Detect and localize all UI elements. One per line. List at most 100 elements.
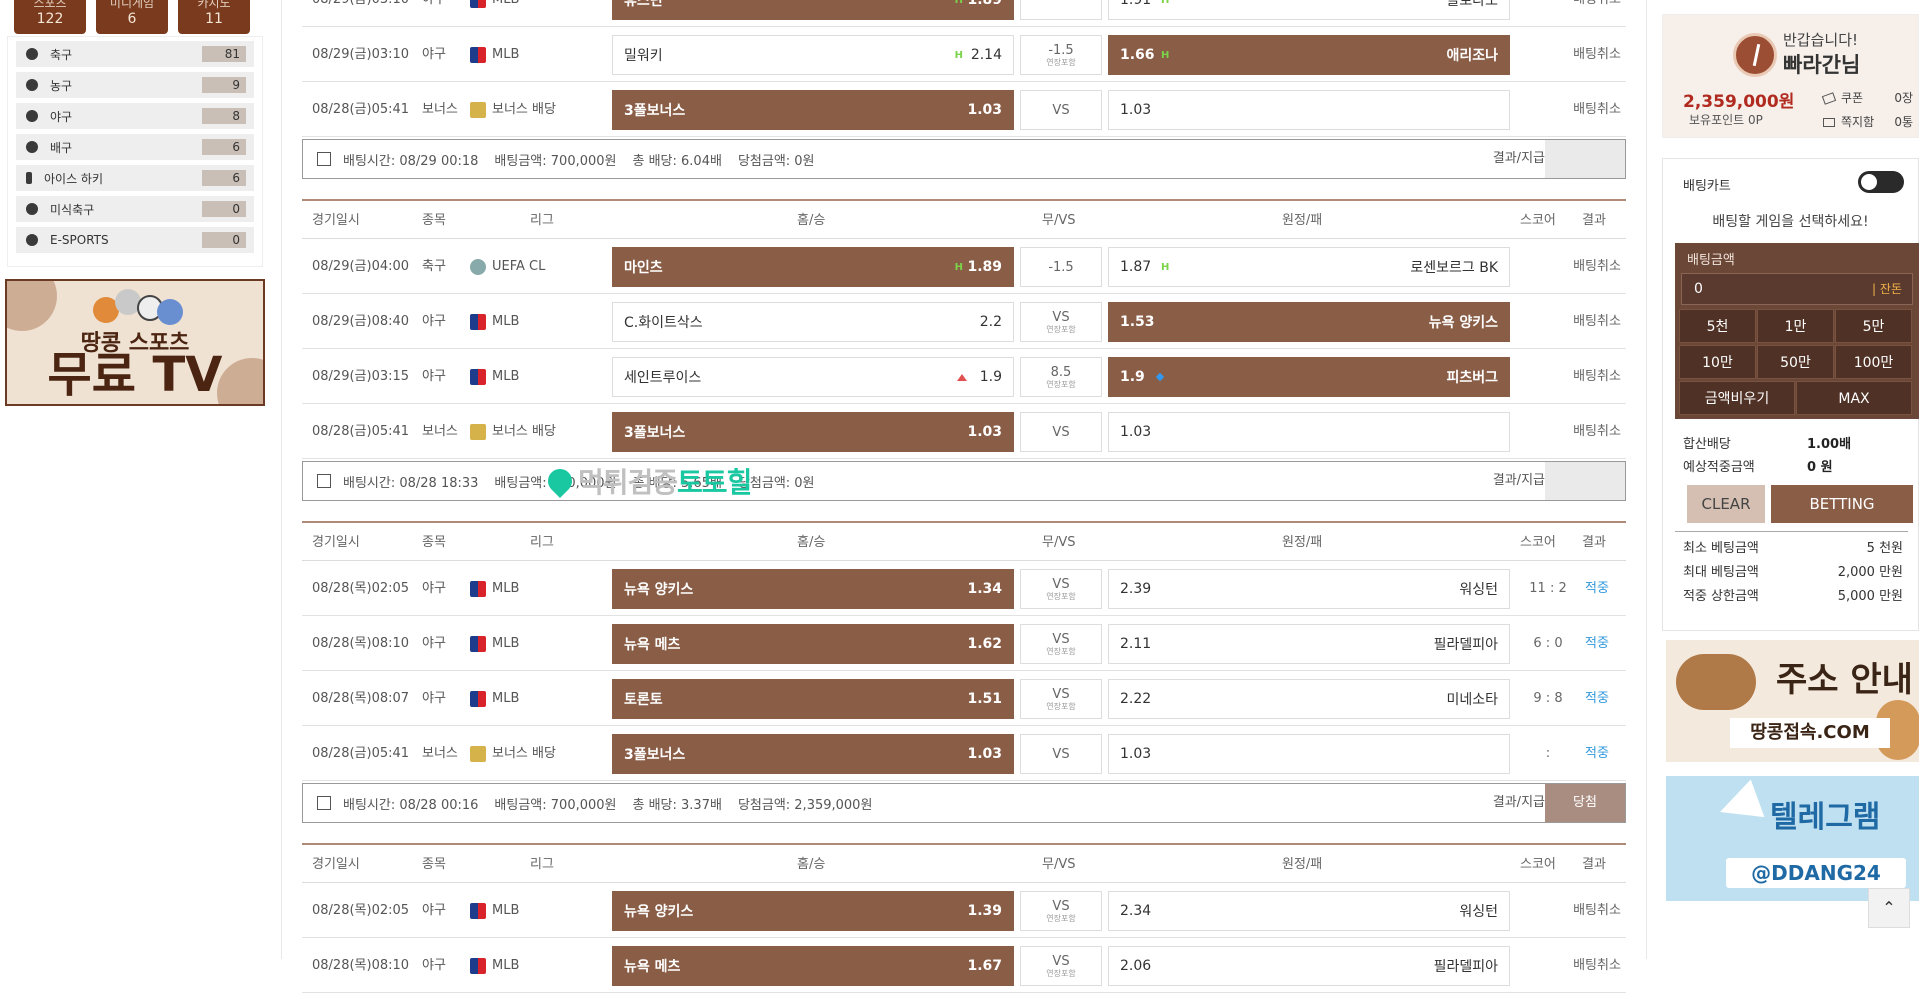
home-odds-button[interactable]: 토론토 1.51 bbox=[612, 679, 1014, 719]
limit-value: 2,000 만원 bbox=[1837, 565, 1903, 580]
home-odds-button[interactable]: 밀워키 2.14 H bbox=[612, 35, 1014, 75]
home-odds-button[interactable]: 뉴욕 메츠 1.67 bbox=[612, 946, 1014, 986]
draw-handicap-button[interactable]: VS bbox=[1020, 734, 1102, 774]
home-odds-button[interactable]: 휴스턴 1.89 H bbox=[612, 0, 1014, 20]
sport-item-esports[interactable]: E-SPORTS 0 bbox=[16, 227, 254, 253]
away-odds-button[interactable]: 1.03 bbox=[1108, 90, 1510, 130]
home-odds: 1.89 bbox=[967, 259, 1002, 275]
telegram-id: @DDANG24 bbox=[1726, 858, 1906, 888]
draw-handicap-button[interactable]: -1.5 bbox=[1020, 247, 1102, 287]
clear-amount-button[interactable]: 금액비우기 bbox=[1679, 381, 1795, 415]
away-odds-button[interactable]: 2.39 워싱턴 bbox=[1108, 569, 1510, 609]
clear-button[interactable]: CLEAR bbox=[1687, 485, 1765, 523]
draw-handicap-button[interactable]: VS 연장포함 bbox=[1020, 569, 1102, 609]
home-odds-button[interactable]: 뉴욕 메츠 1.62 bbox=[612, 624, 1014, 664]
home-team: 3폴보너스 bbox=[624, 425, 686, 441]
mlb-logo-icon bbox=[470, 957, 486, 974]
home-team: 뉴욕 양키스 bbox=[624, 582, 694, 598]
chip-50k-button[interactable]: 5만 bbox=[1835, 309, 1912, 343]
away-odds-button[interactable]: 2.11 필라델피아 bbox=[1108, 624, 1510, 664]
handicap-value: VS bbox=[1052, 577, 1070, 592]
away-odds-button[interactable]: 1.91 콜로라도 H bbox=[1108, 0, 1510, 20]
select-checkbox[interactable] bbox=[317, 152, 331, 166]
home-odds-button[interactable]: C.화이트삭스 2.2 bbox=[612, 302, 1014, 342]
sport-item-football[interactable]: 미식축구 0 bbox=[16, 196, 254, 222]
match-sport: 야구 bbox=[422, 636, 446, 651]
draw-handicap-button[interactable] bbox=[1020, 0, 1102, 20]
sport-item-baseball[interactable]: 야구 8 bbox=[16, 103, 254, 129]
coupon-link[interactable]: 쿠폰 0장 bbox=[1821, 89, 1913, 106]
home-odds-button[interactable]: 뉴욕 양키스 1.39 bbox=[612, 891, 1014, 931]
table-row: 08/28(목)08:10 야구 MLB 뉴욕 메츠 1.67 VS 연장포함 2.06 필라델… bbox=[302, 938, 1626, 993]
away-team: 미네소타 bbox=[1446, 692, 1498, 708]
user-info: 반갑습니다! 빠라간님 2,359,000원 보유포인트 0P 쿠폰 0장 쪽지함… bbox=[1662, 14, 1919, 138]
draw-handicap-button[interactable]: VS 연장포함 bbox=[1020, 891, 1102, 931]
tab-casino[interactable]: 카지노 11 bbox=[178, 0, 250, 34]
home-odds-button[interactable]: 마인츠 1.89 H bbox=[612, 247, 1014, 287]
away-odds-button[interactable]: 2.06 필라델피아 bbox=[1108, 946, 1510, 986]
home-odds-button[interactable]: 3폴보너스 1.03 bbox=[612, 734, 1014, 774]
tab-sports[interactable]: 스포츠 122 bbox=[14, 0, 86, 34]
betting-button[interactable]: BETTING bbox=[1771, 485, 1913, 523]
draw-handicap-button[interactable]: VS bbox=[1020, 90, 1102, 130]
chip-5k-button[interactable]: 5천 bbox=[1679, 309, 1756, 343]
scroll-top-button[interactable]: ⌃ bbox=[1868, 888, 1910, 928]
home-odds: 1.67 bbox=[967, 958, 1002, 974]
tab-minigame[interactable]: 미니게임 6 bbox=[96, 0, 168, 34]
away-odds-button[interactable]: 1.66 애리조나 H bbox=[1108, 35, 1510, 75]
home-odds-button[interactable]: 뉴욕 양키스 1.34 bbox=[612, 569, 1014, 609]
chip-10k-button[interactable]: 1만 bbox=[1757, 309, 1834, 343]
handicap-value: -1.5 bbox=[1048, 259, 1074, 275]
result-badge: 당첨 bbox=[1545, 784, 1625, 822]
free-tv-banner[interactable]: 땅콩 스포츠 무료 TV bbox=[5, 279, 265, 406]
draw-handicap-button[interactable]: VS bbox=[1020, 412, 1102, 452]
select-checkbox[interactable] bbox=[317, 796, 331, 810]
chip-500k-button[interactable]: 50만 bbox=[1757, 345, 1834, 379]
home-odds: 1.62 bbox=[967, 636, 1002, 652]
sport-item-basketball[interactable]: 농구 9 bbox=[16, 72, 254, 98]
away-odds: 1.91 bbox=[1120, 0, 1152, 8]
away-odds-button[interactable]: 1.53 뉴욕 양키스 bbox=[1108, 302, 1510, 342]
draw-handicap-button[interactable]: VS 연장포함 bbox=[1020, 679, 1102, 719]
draw-handicap-button[interactable]: VS 연장포함 bbox=[1020, 302, 1102, 342]
draw-handicap-button[interactable]: 8.5 연장포함 bbox=[1020, 357, 1102, 397]
home-odds-button[interactable]: 세인트루이스 1.9 bbox=[612, 357, 1014, 397]
home-odds-button[interactable]: 3폴보너스 1.03 bbox=[612, 412, 1014, 452]
sport-name: 미식축구 bbox=[50, 202, 95, 217]
max-button[interactable]: MAX bbox=[1796, 381, 1912, 415]
watermark: 먹튀검증 토토힐 bbox=[543, 461, 752, 501]
header-date: 경기일시 bbox=[312, 535, 360, 550]
match-sport: 야구 bbox=[422, 0, 446, 27]
away-odds-button[interactable]: 1.03 bbox=[1108, 412, 1510, 452]
away-odds-button[interactable]: 1.9 피츠버그 bbox=[1108, 357, 1510, 397]
draw-handicap-button[interactable]: VS 연장포함 bbox=[1020, 946, 1102, 986]
limit-cap: 적중 상한금액 5,000 만원 bbox=[1683, 585, 1903, 604]
header-result: 결과 bbox=[1582, 213, 1606, 228]
home-odds: 1.03 bbox=[967, 102, 1002, 118]
tab-count: 11 bbox=[205, 11, 223, 27]
chip-1m-button[interactable]: 100만 bbox=[1835, 345, 1912, 379]
chip-100k-button[interactable]: 10만 bbox=[1679, 345, 1756, 379]
telegram-banner[interactable]: 텔레그램 @DDANG24 bbox=[1666, 776, 1919, 901]
address-banner[interactable]: 주소 안내 땅콩접속.COM bbox=[1666, 640, 1919, 762]
baseball-icon bbox=[26, 110, 38, 122]
away-odds-button[interactable]: 2.22 미네소타 bbox=[1108, 679, 1510, 719]
away-odds-button[interactable]: 1.87 로센보르그 BK H bbox=[1108, 247, 1510, 287]
sport-item-icehockey[interactable]: 아이스 하키 6 bbox=[16, 165, 254, 191]
bet-amount-input[interactable]: 0 | 잔돈 bbox=[1681, 273, 1913, 305]
draw-handicap-button[interactable]: -1.5 연장포함 bbox=[1020, 35, 1102, 75]
bet-cart-toggle[interactable] bbox=[1858, 171, 1904, 193]
draw-handicap-button[interactable]: VS 연장포함 bbox=[1020, 624, 1102, 664]
away-odds-button[interactable]: 2.34 워싱턴 bbox=[1108, 891, 1510, 931]
handicap-value: VS bbox=[1052, 687, 1070, 702]
handicap-value: VS bbox=[1052, 899, 1070, 914]
match-sport: 야구 bbox=[422, 691, 446, 706]
message-link[interactable]: 쪽지함 0통 bbox=[1823, 113, 1913, 130]
sport-item-soccer[interactable]: 축구 81 bbox=[16, 41, 254, 67]
change-button[interactable]: | 잔돈 bbox=[1872, 274, 1902, 304]
select-checkbox[interactable] bbox=[317, 474, 331, 488]
home-odds-button[interactable]: 3폴보너스 1.03 bbox=[612, 90, 1014, 130]
sport-item-volleyball[interactable]: 배구 6 bbox=[16, 134, 254, 160]
sport-name: E-SPORTS bbox=[50, 233, 109, 247]
away-odds-button[interactable]: 1.03 bbox=[1108, 734, 1510, 774]
